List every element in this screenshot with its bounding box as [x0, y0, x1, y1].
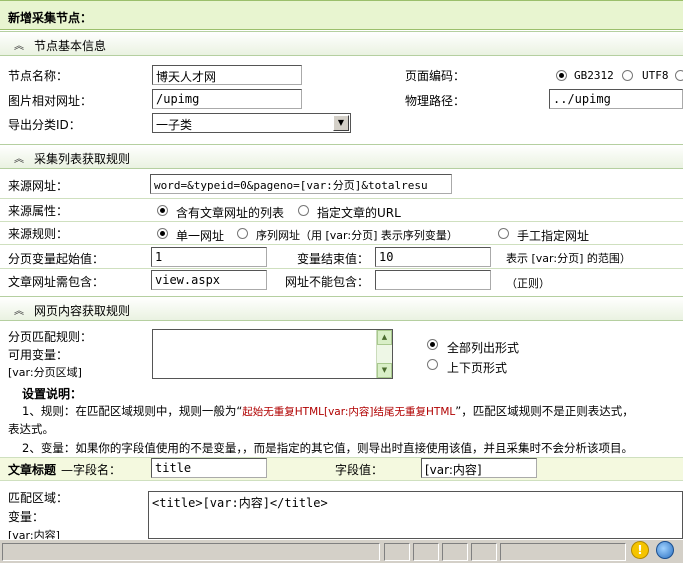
source-attr-label: 来源属性：	[8, 204, 69, 218]
section-header-list-rules[interactable]: ︽ 采集列表获取规则	[0, 144, 683, 169]
export-cat-label: 导出分类ID：	[8, 118, 81, 132]
status-cell-zone	[500, 543, 626, 561]
encoding-utf8-radio[interactable]	[622, 70, 633, 81]
section-title-content-rules: 网页内容获取规则	[34, 304, 131, 318]
status-cell	[413, 543, 439, 561]
page-start-input[interactable]: 1	[151, 247, 267, 267]
encoding-utf8-label: UTF8	[642, 69, 669, 82]
export-cat-select[interactable]: 一子类 ▼	[152, 113, 351, 133]
node-name-label: 节点名称：	[8, 69, 69, 83]
collapse-icon[interactable]: ︽	[14, 150, 24, 165]
row-divider	[0, 198, 683, 199]
source-rule-label: 来源规则：	[8, 227, 69, 241]
list-prevnext-radio[interactable]	[427, 359, 438, 370]
encoding-label: 页面编码：	[405, 69, 466, 83]
collapse-icon[interactable]: ︽	[14, 302, 24, 317]
not-contain-label: 网址不能包含：	[285, 275, 370, 289]
not-contain-input[interactable]	[375, 270, 491, 290]
page-range-note: 表示 [var:分页] 的范围）	[506, 252, 631, 265]
must-contain-input[interactable]: view.aspx	[151, 270, 267, 290]
img-url-input[interactable]: /upimg	[152, 89, 302, 109]
list-all-radio[interactable]	[427, 339, 438, 350]
note-1-text-b: ”，匹配区域规则不是正则表达式，	[455, 404, 634, 418]
list-prevnext-label: 上下页形式	[447, 361, 508, 375]
field-title-label: 文章标题	[8, 463, 57, 477]
encoding-gb2312-label: GB2312	[574, 69, 614, 82]
collapse-icon[interactable]: ︽	[14, 37, 24, 52]
must-contain-label: 文章网址需包含：	[8, 275, 105, 289]
note-1-continued: 表达式。	[8, 422, 54, 436]
section-title-basic: 节点基本信息	[34, 39, 107, 53]
img-url-label: 图片相对网址：	[8, 94, 93, 108]
field-name-input[interactable]: title	[151, 458, 267, 478]
attr-url-label: 指定文章的URL	[317, 206, 401, 220]
scroll-up-icon[interactable]: ▲	[377, 330, 392, 345]
row-divider	[0, 221, 683, 222]
attr-list-radio[interactable]	[157, 205, 168, 216]
encoding-gb2312-radio[interactable]	[556, 70, 567, 81]
chevron-down-icon[interactable]: ▼	[333, 115, 349, 131]
phys-path-label: 物理路径：	[405, 94, 466, 108]
rule-sequence-radio[interactable]	[237, 228, 248, 239]
paging-rule-textarea[interactable]: ▲ ▼	[152, 329, 393, 379]
page-end-label: 变量结束值：	[297, 252, 370, 266]
note-1-highlight: 起始无重复HTML[var:内容]结尾无重复HTML	[242, 406, 456, 418]
rule-manual-label: 手工指定网址	[517, 229, 590, 243]
vars-value: [var:分页区域]	[8, 366, 82, 379]
match-area-value: <title>[var:内容]</title>	[152, 496, 328, 510]
encoding-other-radio[interactable]	[675, 70, 683, 81]
export-cat-value: 一子类	[156, 118, 193, 132]
field-name-label: —字段名：	[61, 463, 122, 477]
field-value-label: 字段值：	[335, 463, 384, 477]
row-divider	[0, 268, 683, 269]
page-title: 新增采集节点：	[8, 11, 93, 25]
rule-single-radio[interactable]	[157, 228, 168, 239]
list-all-label: 全部列出形式	[447, 341, 520, 355]
status-cell-main	[2, 543, 380, 561]
section-header-basic[interactable]: ︽ 节点基本信息	[0, 31, 683, 56]
globe-icon	[656, 541, 674, 559]
attr-list-label: 含有文章网址的列表	[176, 206, 285, 220]
note-1: 1、规则：在匹配区域规则中，规则一般为“起始无重复HTML[var:内容]结尾无…	[22, 403, 634, 419]
attr-url-radio[interactable]	[298, 205, 309, 216]
scroll-down-icon[interactable]: ▼	[377, 363, 392, 378]
page-end-input[interactable]: 10	[375, 247, 491, 267]
source-url-input[interactable]: word=&typeid=0&pageno=[var:分页]&totalresu	[150, 174, 452, 194]
node-name-input[interactable]: 博天人才网	[152, 65, 302, 85]
rule-sequence-label: 序列网址（用 [var:分页] 表示序列变量）	[256, 229, 458, 242]
page-start-label: 分页变量起始值：	[8, 252, 105, 266]
status-cell	[471, 543, 497, 561]
status-cell	[384, 543, 410, 561]
regex-note: （正则）	[506, 277, 550, 290]
note-1-text-a: 1、规则：在匹配区域规则中，规则一般为“	[22, 404, 243, 418]
paging-rule-label: 分页匹配规则：	[8, 330, 93, 344]
source-url-label: 来源网址：	[8, 179, 69, 193]
vars-label: 可用变量：	[8, 348, 69, 362]
rule-manual-radio[interactable]	[498, 228, 509, 239]
match-area-textarea[interactable]: <title>[var:内容]</title>	[148, 491, 683, 539]
warning-icon[interactable]: !	[631, 541, 649, 559]
note-2: 2、变量：如果你的字段值使用的不是变量，，而是指定的其它值，则导出时直接使用该值…	[22, 441, 634, 455]
field-value-input[interactable]: [var:内容]	[421, 458, 537, 478]
phys-path-input[interactable]: ../upimg	[549, 89, 683, 109]
rule-single-label: 单一网址	[176, 229, 225, 243]
status-bar	[0, 539, 683, 563]
section-title-list-rules: 采集列表获取规则	[34, 152, 131, 166]
row-divider	[0, 244, 683, 245]
page-title-bar: 新增采集节点：	[0, 0, 683, 30]
status-cell	[442, 543, 468, 561]
var-label: 变量：	[8, 510, 45, 524]
match-area-label: 匹配区域：	[8, 491, 69, 505]
section-header-content-rules[interactable]: ︽ 网页内容获取规则	[0, 296, 683, 321]
scrollbar[interactable]: ▲ ▼	[376, 330, 392, 378]
settings-title: 设置说明：	[22, 387, 83, 401]
